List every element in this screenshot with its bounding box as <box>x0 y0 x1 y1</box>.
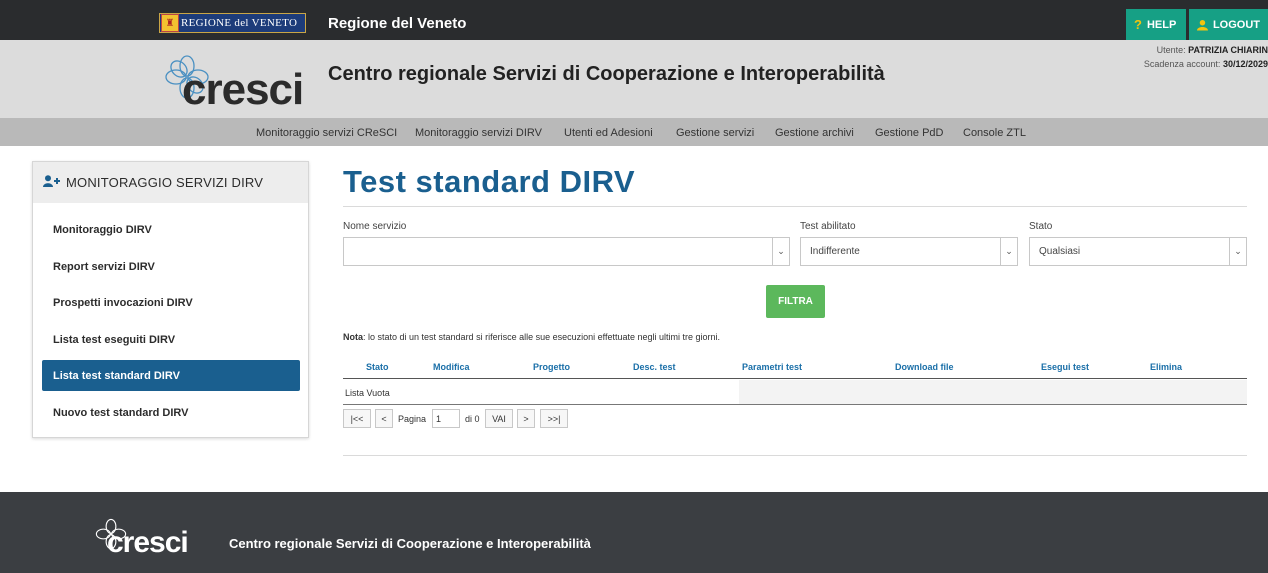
column-header-esegui-test[interactable]: Esegui test <box>1041 362 1089 372</box>
column-header-download-file[interactable]: Download file <box>895 362 954 372</box>
sidebar-header: MONITORAGGIO SERVIZI DIRV <box>33 162 308 203</box>
pager-last-button[interactable]: >>| <box>540 409 568 428</box>
column-header-progetto[interactable]: Progetto <box>533 362 570 372</box>
user-info: Utente: PATRIZIA CHIARIN Scadenza accoun… <box>1144 43 1268 71</box>
top-bar: ♜ REGIONE del VENETO Regione del Veneto … <box>0 0 1268 40</box>
chevron-down-icon: ⌄ <box>1229 238 1246 265</box>
nav-item-monitoraggio-cresci[interactable]: Monitoraggio servizi CReSCI <box>256 127 397 139</box>
test-enabled-value: Indifferente <box>810 246 860 257</box>
region-title: Regione del Veneto <box>328 15 467 32</box>
add-user-icon <box>43 175 60 190</box>
sidebar-item-nuovo-test-standard[interactable]: Nuovo test standard DIRV <box>42 397 300 428</box>
pager-next-button[interactable]: > <box>517 409 535 428</box>
expiry-label: Scadenza account: <box>1143 59 1221 69</box>
sidebar-item-report-servizi[interactable]: Report servizi DIRV <box>42 251 300 282</box>
column-header-modifica[interactable]: Modifica <box>433 362 470 372</box>
pager-prev-button[interactable]: < <box>375 409 393 428</box>
sidebar-item-lista-test-standard[interactable]: Lista test standard DIRV <box>42 360 300 391</box>
footer-logo-text: cresci <box>107 526 189 559</box>
service-name-select[interactable]: ⌄ <box>343 237 790 266</box>
sidebar-title: MONITORAGGIO SERVIZI DIRV <box>66 175 264 190</box>
nav-item-monitoraggio-dirv[interactable]: Monitoraggio servizi DIRV <box>415 127 542 139</box>
cresci-logo-text: cresci <box>182 65 304 114</box>
main-nav: Monitoraggio servizi CReSCI Monitoraggio… <box>0 118 1268 146</box>
logout-button[interactable]: LOGOUT <box>1189 9 1268 40</box>
table-header-divider <box>343 378 1247 379</box>
site-header: cresci Centro regionale Servizi di Coope… <box>0 40 1268 118</box>
help-label: HELP <box>1146 18 1177 31</box>
table-row-fill <box>739 380 1247 404</box>
pager-page-label: Pagina <box>398 413 427 424</box>
content-bottom-divider <box>343 455 1247 456</box>
header-title: Centro regionale Servizi di Cooperazione… <box>328 63 885 85</box>
test-enabled-select[interactable]: Indifferente ⌄ <box>800 237 1018 266</box>
pager-first-button[interactable]: |<< <box>343 409 371 428</box>
state-select[interactable]: Qualsiasi ⌄ <box>1029 237 1247 266</box>
service-name-label: Nome servizio <box>343 221 407 232</box>
nav-item-console-ztl[interactable]: Console ZTL <box>963 127 1026 139</box>
sidebar-item-prospetti-invocazioni[interactable]: Prospetti invocazioni DIRV <box>42 287 300 318</box>
footer-title: Centro regionale Servizi di Cooperazione… <box>229 536 591 551</box>
user-name: PATRIZIA CHIARIN <box>1188 45 1268 55</box>
sidebar: MONITORAGGIO SERVIZI DIRV Monitoraggio D… <box>32 161 309 438</box>
nav-item-gestione-servizi[interactable]: Gestione servizi <box>676 127 754 139</box>
test-enabled-label: Test abilitato <box>800 221 856 232</box>
question-icon: ? <box>1134 17 1142 32</box>
state-value: Qualsiasi <box>1039 246 1081 257</box>
user-label: Utente: <box>1156 45 1186 55</box>
user-icon <box>1197 19 1208 30</box>
column-header-parametri-test[interactable]: Parametri test <box>742 362 802 372</box>
pager-page-input[interactable]: 1 <box>432 409 460 428</box>
note-body: : lo stato di un test standard si riferi… <box>363 332 721 342</box>
pager-total-label: di 0 <box>465 413 480 424</box>
column-header-elimina[interactable]: Elimina <box>1150 362 1182 372</box>
site-footer: cresci Centro regionale Servizi di Coope… <box>0 492 1268 573</box>
sidebar-item-monitoraggio-dirv[interactable]: Monitoraggio DIRV <box>42 214 300 245</box>
nav-item-utenti-adesioni[interactable]: Utenti ed Adesioni <box>564 127 653 139</box>
title-divider <box>343 206 1247 207</box>
empty-list-row: Lista Vuota <box>343 380 739 404</box>
lion-emblem-icon: ♜ <box>161 14 179 32</box>
state-label: Stato <box>1029 221 1053 232</box>
table-bottom-divider <box>343 404 1247 405</box>
filter-button[interactable]: FILTRA <box>766 285 825 318</box>
note-text: Nota: lo stato di un test standard si ri… <box>343 332 720 342</box>
nav-item-gestione-pdd[interactable]: Gestione PdD <box>875 127 943 139</box>
logout-label: LOGOUT <box>1212 18 1260 31</box>
help-button[interactable]: ? HELP <box>1126 9 1186 40</box>
regione-veneto-logo[interactable]: ♜ REGIONE del VENETO <box>159 13 306 33</box>
footer-cresci-logo: cresci <box>95 518 210 558</box>
chevron-down-icon: ⌄ <box>772 238 789 265</box>
regione-veneto-logo-text: REGIONE del VENETO <box>181 17 298 29</box>
page-title: Test standard DIRV <box>343 164 636 199</box>
chevron-down-icon: ⌄ <box>1000 238 1017 265</box>
nav-item-gestione-archivi[interactable]: Gestione archivi <box>775 127 854 139</box>
note-bold: Nota <box>343 332 363 342</box>
column-header-stato[interactable]: Stato <box>366 362 389 372</box>
expiry-date: 30/12/2029 <box>1222 59 1268 69</box>
cresci-logo[interactable]: cresci <box>160 52 310 114</box>
pager-go-button[interactable]: VAI <box>485 409 513 428</box>
sidebar-item-lista-test-eseguiti[interactable]: Lista test eseguiti DIRV <box>42 324 300 355</box>
column-header-desc-test[interactable]: Desc. test <box>633 362 676 372</box>
